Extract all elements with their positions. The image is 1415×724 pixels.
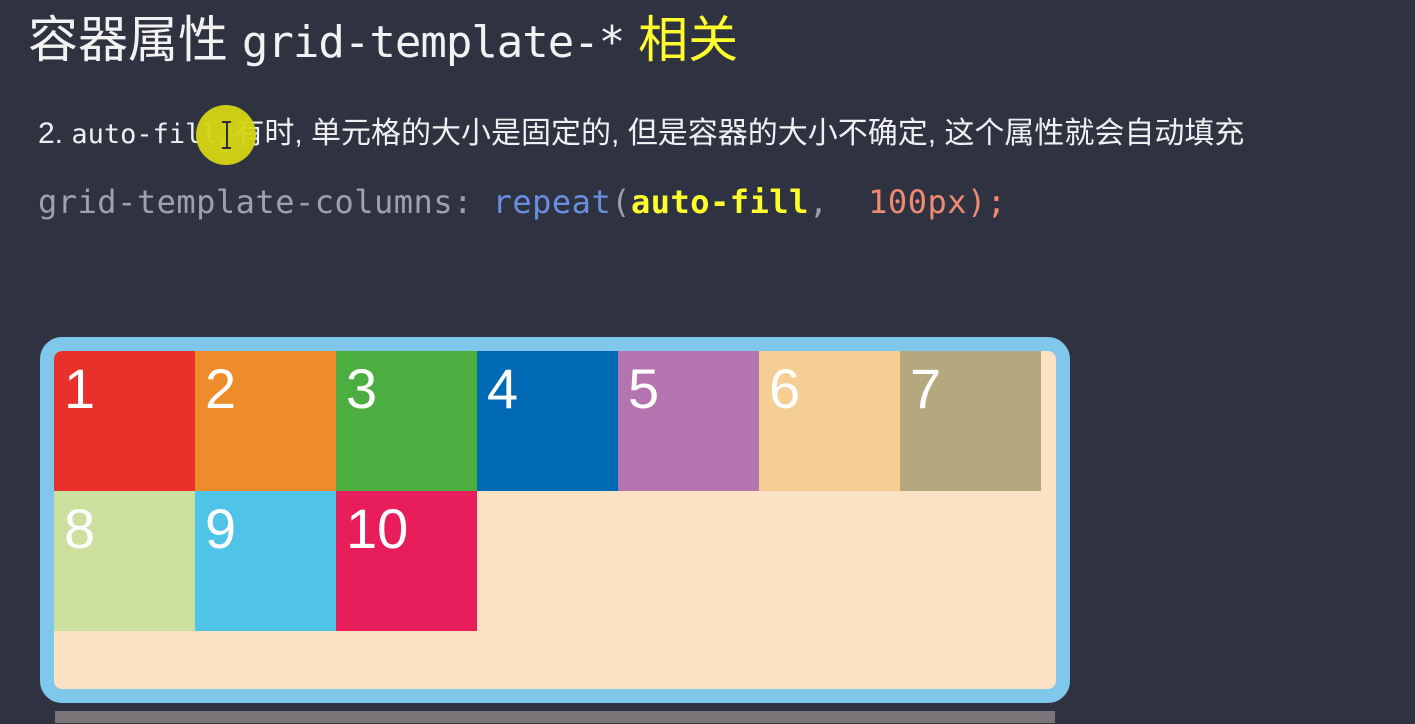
grid-item: 8	[54, 491, 195, 631]
page-horizontal-scrollbar[interactable]	[0, 710, 1415, 724]
grid-item-label: 4	[487, 357, 519, 420]
code-space-2	[829, 183, 869, 221]
grid-item: 7	[900, 351, 1041, 491]
grid-demo-container: 1 2 3 4 5 6 7 8 9 10	[40, 337, 1070, 703]
code-keyword-auto-fill: auto-fill	[630, 183, 809, 221]
code-semicolon: ;	[986, 183, 1007, 221]
code-close-paren: )	[966, 183, 987, 221]
grid-item: 6	[759, 351, 900, 491]
grid-item-label: 10	[346, 497, 409, 560]
code-comma: ,	[808, 183, 829, 221]
grid-item-label: 6	[769, 357, 801, 420]
page-title-prefix: 容器属性	[28, 12, 228, 68]
grid-item-label: 9	[205, 497, 237, 560]
grid-item-label: 7	[910, 357, 942, 420]
page-title-suffix: 相关	[638, 12, 739, 68]
grid-item: 5	[618, 351, 759, 491]
list-item-number: 2.	[38, 117, 64, 150]
code-space-1	[473, 183, 493, 221]
body-paragraph: 2. auto-fill, 有时, 单元格的大小是固定的, 但是容器的大小不确定…	[38, 108, 1244, 161]
code-open-paren: (	[611, 183, 631, 221]
inline-code-term: auto-fill	[71, 119, 218, 150]
code-property: grid-template-columns:	[38, 183, 473, 221]
code-value-100px: 100px	[868, 183, 967, 221]
code-snippet: grid-template-columns: repeat(auto-fill,…	[38, 178, 1007, 226]
grid-item-label: 3	[346, 357, 378, 420]
grid-item: 2	[195, 351, 336, 491]
grid-item: 3	[336, 351, 477, 491]
scrollbar-thumb[interactable]	[55, 711, 1055, 723]
grid-item: 10	[336, 491, 477, 631]
grid-item: 1	[54, 351, 195, 491]
grid-item-label: 2	[205, 357, 237, 420]
grid-item-label: 1	[64, 357, 96, 420]
page-title: 容器属性 grid-template-* 相关	[28, 6, 738, 77]
grid-item: 4	[477, 351, 618, 491]
code-function-repeat: repeat	[492, 183, 612, 221]
grid-item-label: 5	[628, 357, 660, 420]
grid-item: 9	[195, 491, 336, 631]
grid-item-label: 8	[64, 497, 96, 560]
body-paragraph-text: , 有时, 单元格的大小是固定的, 但是容器的大小不确定, 这个属性就会自动填充	[217, 117, 1245, 150]
page-title-code: grid-template-*	[241, 17, 625, 68]
